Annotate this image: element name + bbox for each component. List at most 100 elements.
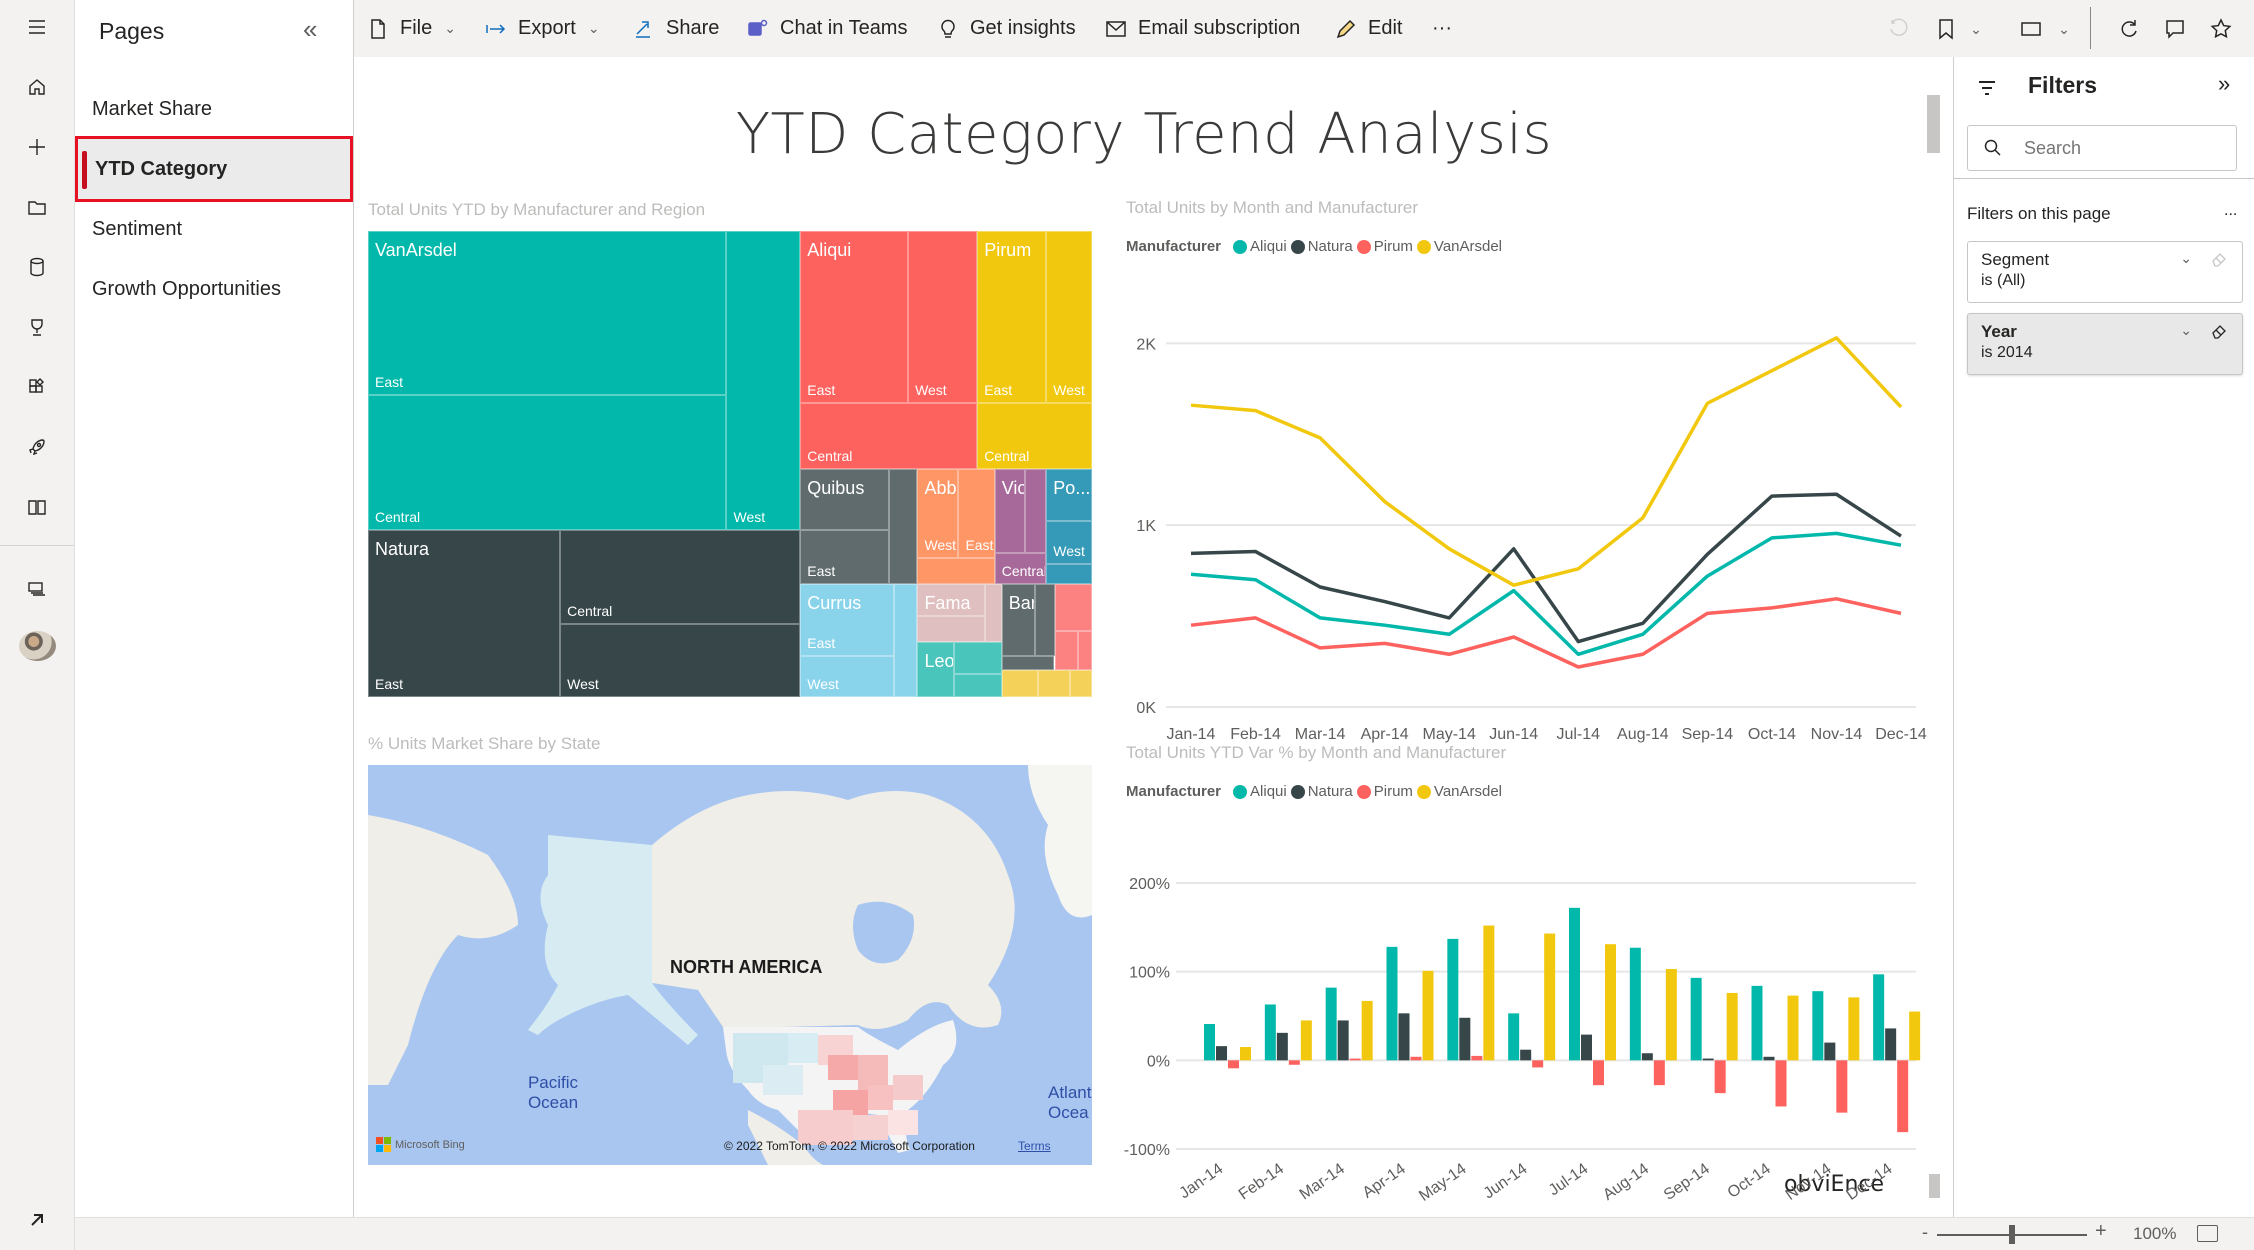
bar-pirum[interactable] [1653,1060,1665,1086]
treemap-cell[interactable]: West [560,624,801,697]
more-options-button[interactable]: ··· [1432,0,1452,57]
treemap-cell[interactable]: Aliqui East [800,231,909,403]
treemap-cell[interactable]: VanArsdel East [368,231,727,395]
bar-natura[interactable] [1337,1020,1349,1061]
treemap-cell[interactable] [1046,564,1092,584]
treemap-cell[interactable]: Pirum East [977,231,1047,403]
line-series-natura[interactable] [1190,492,1902,644]
arrow-up-right-icon[interactable] [18,1201,56,1239]
chevron-down-icon[interactable]: ⌄ [2180,250,2192,267]
treemap-cell[interactable] [1025,469,1047,553]
treemap-cell[interactable]: West [1046,231,1092,403]
treemap-cell[interactable]: Vict... [994,469,1026,553]
bar-aliqui[interactable] [1873,974,1885,1061]
legend-item-vanarsdel[interactable]: VanArsdel [1416,783,1502,800]
legend-item-vanarsdel[interactable]: VanArsdel [1416,238,1502,255]
bar-vanarsdel[interactable] [1787,995,1799,1061]
bar-vanarsdel[interactable] [1544,933,1556,1061]
browse-icon[interactable] [18,188,56,226]
filter-card-year[interactable]: Year is 2014 ⌄ [1967,313,2243,375]
filters-more-options-button[interactable]: ... [2224,202,2237,220]
bar-aliqui[interactable] [1690,977,1702,1061]
treemap-cell[interactable]: East [958,469,995,558]
treemap-cell[interactable]: West [908,231,978,403]
treemap-cell[interactable] [894,584,918,697]
favorite-star-icon[interactable] [2206,14,2236,44]
bar-vanarsdel[interactable] [1909,1011,1921,1061]
bar-aliqui[interactable] [1629,947,1641,1061]
treemap-cell[interactable] [889,469,918,584]
bar-vanarsdel[interactable] [1848,997,1860,1061]
view-dropdown-chevron-icon[interactable]: ⌄ [2054,14,2074,44]
treemap-cell[interactable]: Leo [917,642,954,697]
treemap-cell[interactable]: Central [368,395,727,530]
bar-pirum[interactable] [1836,1060,1848,1113]
email-subscription-button[interactable]: Email subscription [1104,0,1300,57]
legend-item-pirum[interactable]: Pirum [1356,783,1413,800]
filter-search-box[interactable] [1967,125,2237,171]
bar-aliqui[interactable] [1751,985,1763,1061]
bar-vanarsdel[interactable] [1240,1047,1251,1061]
treemap-cell[interactable]: Currus East [800,584,894,656]
apps-icon[interactable] [18,368,56,406]
treemap-cell[interactable] [1054,584,1092,631]
treemap-cell[interactable]: Central [560,530,801,624]
bar-aliqui[interactable] [1386,946,1398,1061]
data-hub-icon[interactable] [18,248,56,286]
treemap-cell[interactable]: West [726,231,801,530]
treemap-visual[interactable]: VanArsdel East Central West Natura East Centra… [368,231,1092,697]
bar-vanarsdel[interactable] [1483,925,1495,1061]
fit-to-page-icon[interactable] [2197,1225,2218,1242]
bar-natura[interactable] [1520,1049,1532,1061]
hamburger-icon[interactable] [18,8,56,46]
bar-aliqui[interactable] [1447,938,1459,1061]
bar-aliqui[interactable] [1569,907,1580,1061]
treemap-cell[interactable]: Central [994,553,1047,584]
collapse-pages-button[interactable]: « [303,14,317,45]
treemap-cell[interactable] [1034,584,1055,656]
treemap-cell[interactable] [985,584,1002,642]
bar-pirum[interactable] [1532,1060,1544,1068]
treemap-cell[interactable] [1054,631,1078,670]
bar-aliqui[interactable] [1204,1023,1215,1061]
zoom-slider-thumb[interactable] [2009,1225,2015,1244]
treemap-cell[interactable]: Abbas West [917,469,959,558]
undo-icon[interactable] [1884,14,1914,44]
workspaces-icon[interactable] [18,570,56,608]
legend-item-aliqui[interactable]: Aliqui [1233,783,1287,800]
user-avatar[interactable] [19,631,56,661]
line-series-vanarsdel[interactable] [1190,336,1903,587]
treemap-cell[interactable]: Central [977,403,1092,469]
edit-button[interactable]: Edit [1334,0,1402,57]
treemap-cell[interactable] [953,674,1002,697]
bar-vanarsdel[interactable] [1300,1020,1312,1061]
bookmark-dropdown-chevron-icon[interactable]: ⌄ [1966,14,1986,44]
treemap-cell[interactable]: Quibus [800,469,890,530]
legend-item-aliqui[interactable]: Aliqui [1233,238,1287,255]
refresh-icon[interactable] [2114,14,2144,44]
goals-icon[interactable] [18,308,56,346]
treemap-cell[interactable] [1001,656,1055,670]
bar-natura[interactable] [1398,1013,1410,1061]
bar-natura[interactable] [1216,1046,1227,1061]
view-icon[interactable] [2011,14,2051,44]
treemap-cell[interactable]: Natura East [368,530,561,697]
bar-pirum[interactable] [1593,1060,1604,1086]
treemap-cell[interactable] [953,642,1002,674]
bar-vanarsdel[interactable] [1605,944,1616,1061]
bar-aliqui[interactable] [1508,1013,1520,1061]
clear-filter-eraser-icon[interactable] [2210,250,2228,268]
bar-pirum[interactable] [1228,1060,1239,1069]
chat-in-teams-button[interactable]: Chat in Teams [746,0,907,57]
filter-search-input[interactable] [2024,137,2214,159]
bar-pirum[interactable] [1288,1060,1300,1065]
bookmark-icon[interactable] [1931,14,1961,44]
treemap-cell[interactable] [917,616,986,642]
legend-item-pirum[interactable]: Pirum [1356,238,1413,255]
bar-natura[interactable] [1641,1053,1653,1061]
bar-natura[interactable] [1702,1058,1714,1061]
bar-pirum[interactable] [1349,1058,1361,1061]
page-tab-sentiment[interactable]: Sentiment [75,196,353,262]
bar-chart-visual[interactable]: -100% 0% 100% 200% Jan-14 Feb-14 Mar-14 Apr-14 M… [1116,817,1936,1217]
home-icon[interactable] [18,68,56,106]
